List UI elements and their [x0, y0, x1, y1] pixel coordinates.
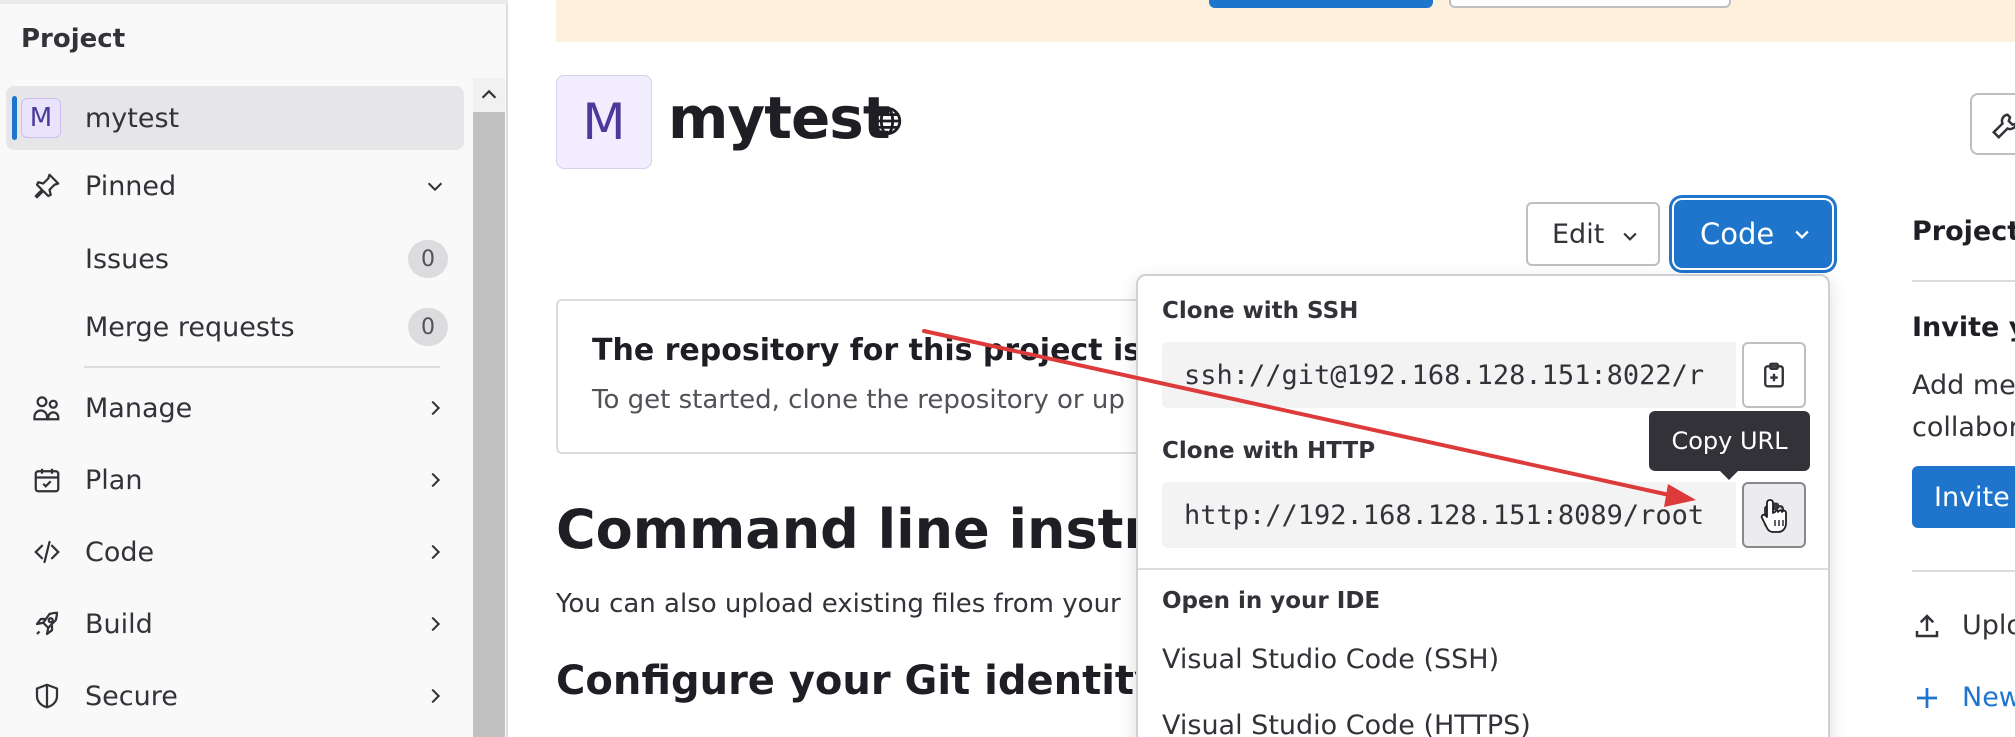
sidebar-heading: Project: [21, 24, 126, 54]
sidebar-divider: [84, 366, 440, 368]
sidebar-item-label: Build: [85, 608, 153, 640]
sidebar-item-build[interactable]: Build: [6, 592, 464, 656]
sidebar-item-label: Pinned: [85, 170, 177, 202]
upload-icon: [1915, 613, 1939, 637]
sidebar-item-issues[interactable]: Issues 0: [6, 227, 464, 291]
edit-button-label: Edit: [1552, 218, 1605, 250]
sidebar-item-label: Merge requests: [85, 311, 295, 343]
chevron-right-icon: [431, 688, 441, 704]
invite-members-button[interactable]: Invite: [1912, 466, 2015, 528]
sidebar-top-border: [0, 0, 508, 4]
chevron-down-icon: [1795, 230, 1809, 239]
sidebar: Project M mytest Pinned Issues 0 Merge r…: [0, 0, 508, 737]
calendar-icon: [30, 463, 64, 497]
scrollbar-thumb[interactable]: [473, 112, 505, 737]
git-identity-heading: Configure your Git identity: [556, 658, 1161, 704]
code-icon: [30, 535, 64, 569]
chevron-right-icon: [431, 472, 441, 488]
invite-text-line2: collabor: [1912, 412, 2015, 443]
project-avatar-small: M: [21, 98, 61, 138]
pin-icon: [30, 169, 64, 203]
ssh-url-field[interactable]: ssh://git@192.168.128.151:8022/r: [1162, 342, 1736, 408]
sidebar-item-code[interactable]: Code: [6, 520, 464, 584]
sidebar-item-plan[interactable]: Plan: [6, 448, 464, 512]
command-line-subtitle: You can also upload existing files from …: [556, 589, 1121, 619]
copy-http-url-button[interactable]: [1742, 482, 1806, 548]
clone-dropdown-panel: Clone with SSH ssh://git@192.168.128.151…: [1136, 274, 1830, 737]
sidebar-item-merge-requests[interactable]: Merge requests 0: [6, 295, 464, 359]
banner-secondary-button[interactable]: [1449, 0, 1731, 8]
chevron-right-icon: [431, 544, 441, 560]
clone-http-title: Clone with HTTP: [1162, 438, 1376, 464]
project-avatar: M: [556, 75, 652, 169]
banner-primary-button[interactable]: [1209, 0, 1433, 8]
empty-repository-subtitle: To get started, clone the repository or …: [592, 385, 1125, 415]
scroll-up-arrow-icon[interactable]: [477, 84, 501, 106]
chevron-down-icon: [427, 182, 443, 192]
sidebar-item-label: mytest: [85, 102, 180, 134]
plus-icon: [1917, 687, 1937, 708]
edit-dropdown-button[interactable]: Edit: [1526, 202, 1660, 266]
globe-icon: [872, 106, 902, 136]
new-file-link[interactable]: New: [1912, 682, 2015, 713]
wrench-icon: [1991, 113, 2015, 140]
rocket-icon: [30, 607, 64, 641]
active-indicator: [12, 96, 17, 140]
invite-text-line1: Add me: [1912, 370, 2015, 401]
right-column-divider: [1912, 570, 2015, 572]
chevron-down-icon: [1623, 232, 1637, 241]
copy-ssh-url-button[interactable]: [1742, 342, 1806, 408]
invite-title: Invite yo: [1912, 312, 2015, 343]
upload-label: Uplo: [1962, 610, 2015, 641]
code-dropdown-button[interactable]: Code: [1674, 200, 1832, 268]
sidebar-item-secure[interactable]: Secure: [6, 664, 464, 728]
right-column-divider: [1912, 280, 2015, 282]
sidebar-item-label: Plan: [85, 464, 143, 496]
code-button-label: Code: [1700, 217, 1775, 251]
clone-ssh-title: Clone with SSH: [1162, 298, 1359, 324]
sidebar-item-label: Manage: [85, 392, 193, 424]
project-settings-button[interactable]: [1970, 93, 2015, 155]
chevron-right-icon: [431, 616, 441, 632]
tooltip-arrow: [1719, 470, 1739, 480]
sidebar-item-label: Code: [85, 536, 155, 568]
sidebar-item-pinned[interactable]: Pinned: [6, 154, 464, 218]
open-vscode-ssh-item[interactable]: Visual Studio Code (SSH): [1162, 644, 1499, 675]
alert-banner: [556, 0, 2015, 42]
app-root: Project M mytest Pinned Issues 0 Merge r…: [0, 0, 2015, 737]
open-in-ide-title: Open in your IDE: [1162, 588, 1381, 614]
merge-requests-count-badge: 0: [408, 308, 448, 346]
sidebar-item-label: Issues: [85, 243, 169, 275]
copy-url-tooltip: Copy URL: [1649, 411, 1810, 471]
invite-button-label: Invite: [1934, 481, 2010, 513]
clipboard-icon: [1764, 362, 1784, 388]
issues-count-badge: 0: [408, 240, 448, 278]
shield-icon: [30, 679, 64, 713]
http-url-field[interactable]: http://192.168.128.151:8089/root: [1162, 482, 1736, 548]
clipboard-icon: [1764, 502, 1784, 528]
sidebar-scrollbar[interactable]: [473, 78, 505, 737]
new-label: New: [1962, 682, 2015, 713]
chevron-right-icon: [431, 400, 441, 416]
sidebar-item-project[interactable]: M mytest: [6, 86, 464, 150]
dropdown-divider: [1138, 568, 1828, 570]
open-vscode-https-item[interactable]: Visual Studio Code (HTTPS): [1162, 710, 1531, 737]
users-icon: [30, 391, 64, 425]
sidebar-item-manage[interactable]: Manage: [6, 376, 464, 440]
page-title: mytest: [668, 84, 891, 152]
sidebar-item-label: Secure: [85, 680, 178, 712]
project-info-title: Project: [1912, 216, 2015, 247]
upload-file-link[interactable]: Uplo: [1912, 610, 2015, 641]
empty-repository-title: The repository for this project is em: [592, 333, 1204, 368]
